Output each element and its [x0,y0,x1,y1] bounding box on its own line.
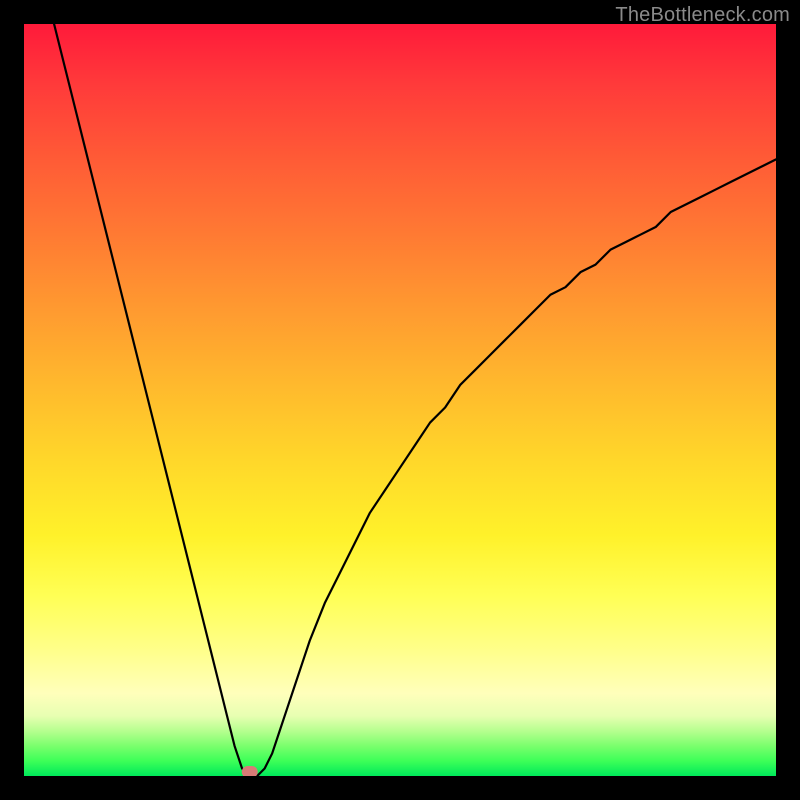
plot-area [24,24,776,776]
chart-frame: TheBottleneck.com [0,0,800,800]
watermark: TheBottleneck.com [615,4,790,27]
bottleneck-curve [24,24,776,776]
optimum-marker [241,766,258,776]
